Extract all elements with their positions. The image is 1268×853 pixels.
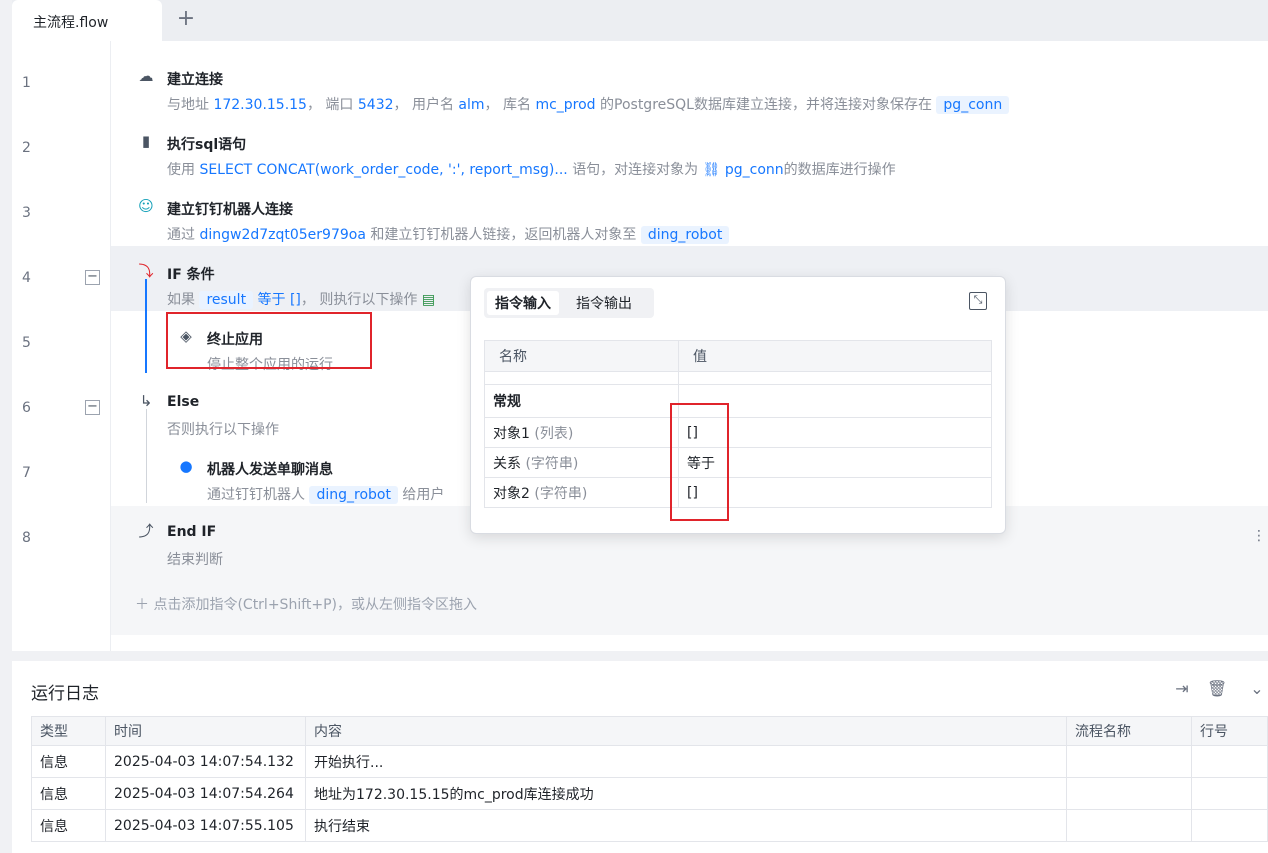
log-title: 运行日志 [31,684,99,704]
step-connect-db[interactable]: ☁ 建立连接 与地址 172.30.15.15， 端口 5432， 用户名 al… [111,51,1268,116]
table-row: 关系 (字符串) 等于 [484,447,992,478]
step-description: 如果 result 等于 []， 则执行以下操作 ▤ [167,291,436,309]
else-branch-line [146,409,147,503]
column-header: 名称 [484,340,679,372]
line-number: 6 [22,400,31,416]
add-tab-icon[interactable]: + [172,6,200,34]
more-options-icon[interactable]: ⋮ [1252,528,1266,544]
step-title: 执行sql语句 [167,137,247,153]
log-table: 类型 时间 内容 流程名称 行号 信息 2025-04-03 14:07:54.1… [31,716,1268,842]
step-dingtalk-connect[interactable]: ☺ 建立钉钉机器人连接 通过 dingw2d7zqt05er979oa 和建立钉… [111,181,1268,246]
line-number: 7 [22,465,31,481]
step-title: End IF [167,524,217,540]
column-header: 值 [678,340,992,372]
plus-icon: ＋ [135,597,149,613]
tab-main-flow[interactable]: 主流程.flow [12,0,162,41]
tab-command-input[interactable]: 指令输入 [487,291,559,315]
highlight-box [166,312,372,369]
step-description: 通过 dingw2d7zqt05er979oa 和建立钉钉机器人链接，返回机器人… [167,224,730,244]
table-row: 对象2 (字符串) [] [484,477,992,508]
export-icon[interactable]: ⇥ [1172,679,1192,699]
collapse-if-button[interactable]: − [85,270,100,285]
robot-icon: ☺ [138,197,154,215]
tab-bar: 主流程.flow + [12,0,1268,41]
cloud-upload-icon: ☁ [138,67,154,85]
variable-chip[interactable]: ding_robot [640,226,730,244]
line-number: 8 [22,530,31,546]
table-header-row: 类型 时间 内容 流程名称 行号 [31,716,1268,746]
bar-chart-icon: ▮ [141,132,151,150]
column-header: 行号 [1191,716,1268,746]
group-label: 常规 [484,384,679,418]
line-number: 1 [22,75,31,91]
step-description: 使用 SELECT CONCAT(work_order_code, ':', r… [167,162,896,178]
if-branch-line [145,279,147,373]
step-description: 否则执行以下操作 [167,422,279,438]
line-number: 5 [22,335,31,351]
end-if-icon: ⤴ [138,522,154,540]
collapse-else-button[interactable]: − [85,400,100,415]
variable-chip[interactable]: ding_robot [309,486,398,504]
popup-tabs: 指令输入 指令输出 [484,288,654,318]
add-command-hint[interactable]: ＋ 点击添加指令(Ctrl+Shift+P)，或从左侧指令区拖入 [111,570,1268,635]
table-header-row: 名称 值 [484,340,992,372]
chevron-down-icon[interactable]: ⌄ [1247,679,1267,699]
step-description: 通过钉钉机器人 ding_robot 给用户 [207,486,445,504]
line-number: 3 [22,205,31,221]
line-number: 2 [22,140,31,156]
command-detail-popup: 指令输入 指令输出 ⤡ 名称 值 常规 对象1 (列表) [] 关系 (字符串)… [470,276,1006,534]
table-row: 对象1 (列表) [] [484,417,992,448]
table-row[interactable]: 信息 2025-04-03 14:07:54.132 开始执行... [31,745,1268,778]
line-number: 4 [22,270,31,286]
run-log-panel: 运行日志 ⇥ 🗑 ⌄ 类型 时间 内容 流程名称 行号 信息 2025-04-03… [12,661,1268,853]
step-title: Else [167,394,200,410]
variable-chip[interactable]: pg_conn [936,96,1010,114]
link-icon: ⛓ [702,162,721,178]
step-title: 建立连接 [167,72,223,88]
column-header: 内容 [305,716,1067,746]
line-gutter: 1 2 3 4 5 6 7 8 − − [12,41,111,651]
param-table: 名称 值 常规 对象1 (列表) [] 关系 (字符串) 等于 对象2 (字符串… [484,340,992,508]
table-row[interactable]: 信息 2025-04-03 14:07:54.264 地址为172.30.15.15… [31,777,1268,810]
value-highlight-box [670,403,729,521]
step-description: 与地址 172.30.15.15， 端口 5432， 用户名 alm， 库名 m… [167,94,1010,114]
column-header: 时间 [105,716,306,746]
variable-chip[interactable]: result [199,291,254,309]
trash-icon[interactable]: 🗑 [1207,679,1227,699]
column-header: 类型 [31,716,106,746]
column-header: 流程名称 [1066,716,1192,746]
user-message-icon: ● [179,457,193,475]
check-doc-icon[interactable]: ▤ [422,292,435,308]
expand-icon[interactable]: ⤡ [969,292,987,310]
step-title: 机器人发送单聊消息 [207,462,333,478]
app-root: 主流程.flow + 1 2 3 4 5 6 7 8 − − ☁ 建立连接 与地… [0,0,1268,853]
step-execute-sql[interactable]: ▮ 执行sql语句 使用 SELECT CONCAT(work_order_co… [111,116,1268,181]
group-row: 常规 [484,384,992,418]
step-title: IF 条件 [167,267,215,283]
step-description: 结束判断 [167,552,223,568]
tab-command-output[interactable]: 指令输出 [568,291,640,315]
step-title: 建立钉钉机器人连接 [167,202,293,218]
table-row[interactable]: 信息 2025-04-03 14:07:55.105 执行结束 [31,809,1268,842]
